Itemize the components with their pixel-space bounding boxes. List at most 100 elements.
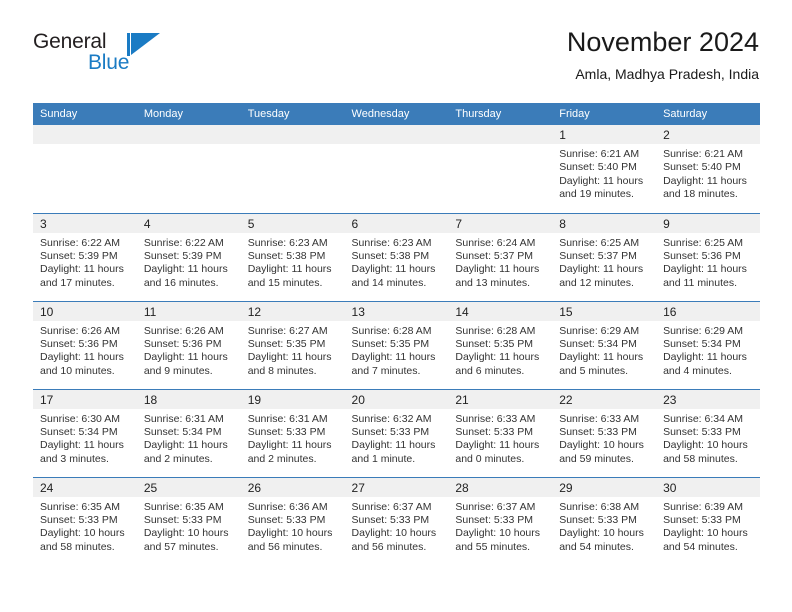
day-cell[interactable]: 6 Sunrise: 6:23 AM Sunset: 5:38 PM Daylight… <box>344 212 449 301</box>
day-cell[interactable]: 20 Sunrise: 6:32 AM Sunset: 5:33 PM Dayligh… <box>344 388 449 477</box>
sun-info <box>33 144 137 148</box>
day-number: 30 <box>656 477 760 497</box>
calendar-week-row: 1 Sunrise: 6:21 AM Sunset: 5:40 PM Daylight… <box>33 125 760 213</box>
calendar-week-row: 17 Sunrise: 6:30 AM Sunset: 5:34 PM Dayligh… <box>33 388 760 477</box>
sun-info-line: Sunset: 5:33 PM <box>663 425 741 438</box>
sun-info: Sunrise: 6:28 AM Sunset: 5:35 PM Daylight:… <box>448 321 552 379</box>
weekday-header-saturday: Saturday <box>656 103 760 125</box>
day-number: 26 <box>240 477 345 497</box>
sun-info-line: Daylight: 11 hours <box>455 351 540 364</box>
day-cell[interactable]: 14 Sunrise: 6:28 AM Sunset: 5:35 PM Dayligh… <box>448 300 553 389</box>
sun-info-line: and 18 minutes. <box>663 188 738 201</box>
sun-info-line: and 56 minutes. <box>351 540 427 553</box>
sun-info-line: Sunrise: 6:33 AM <box>455 412 536 425</box>
day-cell[interactable]: 1 Sunrise: 6:21 AM Sunset: 5:40 PM Daylight… <box>552 125 657 213</box>
sun-info-line: and 11 minutes. <box>663 276 737 289</box>
day-cell[interactable]: 9 Sunrise: 6:25 AM Sunset: 5:36 PM Daylight… <box>656 212 760 301</box>
day-cell[interactable]: 23 Sunrise: 6:34 AM Sunset: 5:33 PM Dayligh… <box>656 388 760 477</box>
calendar-week-row: 3 Sunrise: 6:22 AM Sunset: 5:39 PM Daylight… <box>33 212 760 301</box>
day-cell[interactable]: 21 Sunrise: 6:33 AM Sunset: 5:33 PM Dayligh… <box>448 388 553 477</box>
sun-info-line: Sunset: 5:40 PM <box>663 161 741 174</box>
sun-info-line: Sunrise: 6:25 AM <box>663 236 744 249</box>
sun-info-line: Sunrise: 6:39 AM <box>663 500 744 513</box>
sun-info-line: Daylight: 11 hours <box>663 174 747 187</box>
day-cell[interactable]: 13 Sunrise: 6:28 AM Sunset: 5:35 PM Dayligh… <box>344 300 449 389</box>
sun-info-line: Sunrise: 6:21 AM <box>559 148 640 160</box>
sun-info-line: Sunrise: 6:26 AM <box>143 324 224 337</box>
sun-info-line: Sunrise: 6:31 AM <box>247 412 328 425</box>
day-cell[interactable]: 18 Sunrise: 6:31 AM Sunset: 5:34 PM Dayligh… <box>136 388 241 477</box>
sun-info-line: Daylight: 10 hours <box>455 527 541 540</box>
day-cell[interactable]: 25 Sunrise: 6:35 AM Sunset: 5:33 PM Dayligh… <box>136 476 241 565</box>
day-number: 24 <box>33 477 137 497</box>
day-number: 21 <box>448 389 553 409</box>
day-cell[interactable]: 26 Sunrise: 6:36 AM Sunset: 5:33 PM Dayligh… <box>240 476 345 565</box>
sun-info-line: Sunrise: 6:37 AM <box>455 500 536 513</box>
day-cell[interactable]: 29 Sunrise: 6:38 AM Sunset: 5:33 PM Dayligh… <box>552 476 657 565</box>
day-cell[interactable]: 3 Sunrise: 6:22 AM Sunset: 5:39 PM Daylight… <box>33 212 137 301</box>
day-cell[interactable]: 8 Sunrise: 6:25 AM Sunset: 5:37 PM Daylight… <box>552 212 657 301</box>
sun-info-line: Sunset: 5:38 PM <box>351 249 430 262</box>
day-cell[interactable]: 28 Sunrise: 6:37 AM Sunset: 5:33 PM Dayligh… <box>448 476 553 565</box>
sun-info-line: and 16 minutes. <box>143 276 219 289</box>
day-cell[interactable]: 5 Sunrise: 6:23 AM Sunset: 5:38 PM Daylight… <box>240 212 345 301</box>
weekday-header-friday: Friday <box>552 103 657 125</box>
day-cell-empty <box>33 125 137 213</box>
day-cell[interactable]: 22 Sunrise: 6:33 AM Sunset: 5:33 PM Dayligh… <box>552 388 657 477</box>
day-cell[interactable]: 19 Sunrise: 6:31 AM Sunset: 5:33 PM Dayligh… <box>240 388 345 477</box>
day-number: 12 <box>240 301 345 321</box>
sun-info-line: Sunrise: 6:23 AM <box>247 236 328 249</box>
sun-info: Sunrise: 6:21 AM Sunset: 5:40 PM Daylight:… <box>656 144 760 202</box>
weekday-header-sunday: Sunday <box>33 103 137 125</box>
day-cell[interactable]: 30 Sunrise: 6:39 AM Sunset: 5:33 PM Dayligh… <box>656 476 760 565</box>
sun-info-line: and 17 minutes. <box>40 276 115 289</box>
day-number: 3 <box>33 213 137 233</box>
sun-info-line: Sunrise: 6:32 AM <box>351 412 432 425</box>
sun-info-line: Daylight: 11 hours <box>143 263 228 276</box>
sun-info-line: Sunrise: 6:35 AM <box>40 500 120 513</box>
sun-info-line: Daylight: 10 hours <box>143 527 229 540</box>
day-cell[interactable]: 17 Sunrise: 6:30 AM Sunset: 5:34 PM Dayligh… <box>33 388 137 477</box>
sun-info-line: Sunrise: 6:36 AM <box>247 500 328 513</box>
day-cell[interactable]: 16 Sunrise: 6:29 AM Sunset: 5:34 PM Dayligh… <box>656 300 760 389</box>
day-cell-empty <box>136 125 241 213</box>
location-subtitle: Amla, Madhya Pradesh, India <box>575 66 759 82</box>
sun-info-line: Sunrise: 6:30 AM <box>40 412 120 425</box>
sun-info-line: Daylight: 10 hours <box>247 527 333 540</box>
day-number: 11 <box>136 301 241 321</box>
sun-info-line: and 55 minutes. <box>455 540 531 553</box>
sun-info-line: Sunrise: 6:37 AM <box>351 500 432 513</box>
day-cell[interactable]: 4 Sunrise: 6:22 AM Sunset: 5:39 PM Daylight… <box>136 212 241 301</box>
sun-info-line: Sunrise: 6:31 AM <box>143 412 224 425</box>
sun-info: Sunrise: 6:39 AM Sunset: 5:33 PM Daylight:… <box>656 497 760 555</box>
sun-info: Sunrise: 6:23 AM Sunset: 5:38 PM Daylight:… <box>241 233 345 291</box>
sun-info <box>137 144 241 148</box>
day-cell[interactable]: 15 Sunrise: 6:29 AM Sunset: 5:34 PM Dayligh… <box>552 300 657 389</box>
day-cell[interactable]: 11 Sunrise: 6:26 AM Sunset: 5:36 PM Dayligh… <box>136 300 241 389</box>
sun-info-line: and 58 minutes. <box>663 452 738 465</box>
sun-info-line: Daylight: 11 hours <box>559 174 644 187</box>
sun-info: Sunrise: 6:28 AM Sunset: 5:35 PM Daylight:… <box>345 321 449 379</box>
general-blue-logo[interactable]: General Blue <box>33 30 163 86</box>
sun-info: Sunrise: 6:34 AM Sunset: 5:33 PM Daylight:… <box>656 409 760 467</box>
sun-info-line: and 9 minutes. <box>143 364 213 377</box>
day-cell[interactable]: 10 Sunrise: 6:26 AM Sunset: 5:36 PM Dayligh… <box>33 300 137 389</box>
sun-info-line: Daylight: 10 hours <box>663 527 748 540</box>
day-cell[interactable]: 27 Sunrise: 6:37 AM Sunset: 5:33 PM Dayligh… <box>344 476 449 565</box>
sun-info-line: and 12 minutes. <box>559 276 634 289</box>
day-number: 19 <box>240 389 345 409</box>
sun-info-line: and 10 minutes. <box>40 364 115 377</box>
day-number: 1 <box>552 125 657 144</box>
sun-info-line: Daylight: 11 hours <box>663 263 747 276</box>
day-cell[interactable]: 7 Sunrise: 6:24 AM Sunset: 5:37 PM Daylight… <box>448 212 553 301</box>
day-number: 10 <box>33 301 137 321</box>
sun-info: Sunrise: 6:37 AM Sunset: 5:33 PM Daylight:… <box>345 497 449 555</box>
day-cell[interactable]: 24 Sunrise: 6:35 AM Sunset: 5:33 PM Dayligh… <box>33 476 137 565</box>
day-cell[interactable]: 2 Sunrise: 6:21 AM Sunset: 5:40 PM Daylight… <box>656 125 760 213</box>
sun-info: Sunrise: 6:31 AM Sunset: 5:34 PM Daylight:… <box>137 409 241 467</box>
sun-info-line: Sunset: 5:39 PM <box>143 249 222 262</box>
day-number: 20 <box>344 389 449 409</box>
day-cell[interactable]: 12 Sunrise: 6:27 AM Sunset: 5:35 PM Dayligh… <box>240 300 345 389</box>
day-number <box>448 125 553 144</box>
sun-info-line: Sunset: 5:33 PM <box>663 513 741 526</box>
